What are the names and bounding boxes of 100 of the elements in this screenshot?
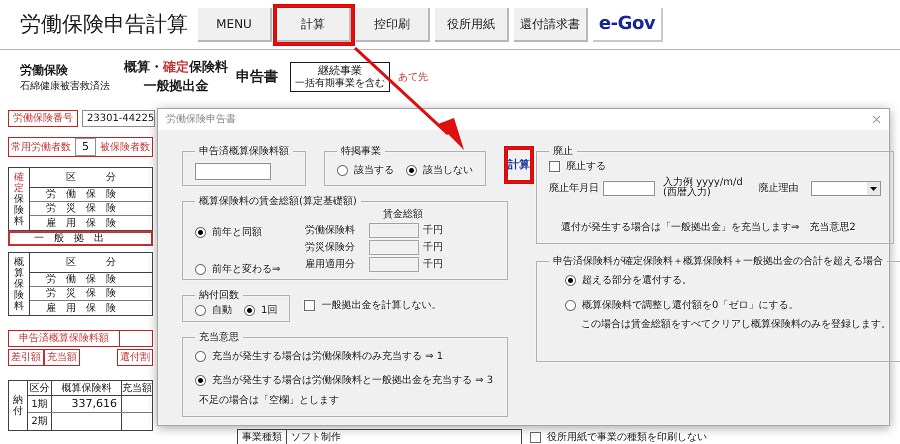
wage-input[interactable] (369, 240, 419, 255)
field-label: 差引額 (8, 349, 44, 366)
field-label: 充当額 (44, 349, 80, 366)
amount-input[interactable] (195, 162, 271, 180)
abolition-note: 還付が発生する場合は「一般拠出金」を充当します⇒ 充当意思2 (561, 220, 857, 235)
radio-label: 自動 (212, 304, 232, 318)
group-label: 納付回数 (198, 289, 240, 303)
dialog-title: 労働保険申告書 (166, 112, 236, 127)
declared-value (120, 330, 153, 347)
group-label: 申告済保険料が確定保険料＋概算保険料＋一般拠出金の合計を超える場合 (552, 254, 884, 269)
declared-label: 申告済概算保険料額 (8, 330, 120, 347)
table-cell-text: 雇 用 保 険 (45, 216, 117, 230)
form-subtitle: 一般拠出金 (144, 78, 208, 96)
table-cell: 労 働 保 険 (30, 273, 152, 287)
radio-button[interactable] (195, 351, 206, 362)
table-cell: 労 働 保 険 (30, 188, 152, 202)
group-label: 申告済概算保険料額 (198, 144, 290, 159)
table-header: 区 分 (30, 168, 152, 188)
radio-button[interactable] (565, 300, 576, 311)
general-contribution-row: 一 般 拠 出 (8, 231, 153, 246)
radio-button[interactable] (565, 275, 576, 286)
radio-button[interactable] (244, 305, 255, 316)
field-label: 労働保険料 (305, 224, 356, 238)
group-label: 概算保険料の賃金総額(算定基礎額) (198, 194, 358, 209)
radio-label: 超える部分を還付する。 (582, 274, 692, 288)
unit-label: 千円 (423, 258, 443, 272)
column-header: 賃金総額 (383, 209, 424, 221)
radio-button[interactable] (195, 305, 206, 316)
group-label: 充当意思 (198, 330, 240, 345)
toolbar-button[interactable]: 控印刷 (356, 8, 430, 42)
table-cell: 労 災 保 険 (30, 202, 152, 216)
radio-label: 該当する (354, 164, 394, 178)
column-header: 概算保険料 (52, 381, 122, 395)
column-header: 区分 (28, 381, 52, 395)
side-label: 確定 保険料 (14, 172, 24, 226)
radio-button[interactable] (195, 227, 206, 238)
checkbox[interactable] (530, 432, 541, 442)
field-label: 常用労働者数 (11, 140, 71, 154)
radio-label: 充当が発生する場合は労働保険料と一般拠出金を充当する ⇒ 3 (212, 374, 494, 388)
column-header: 充当額 (122, 382, 152, 395)
date-input[interactable] (603, 180, 655, 196)
radio-label: 前年と変わる⇒ (212, 262, 280, 277)
workers-count: 5 (75, 138, 96, 156)
field-label: 廃止理由 (758, 182, 799, 196)
checkbox-label: 廃止する (566, 160, 606, 174)
toolbar-button[interactable]: 役所用紙 (435, 8, 509, 42)
field-label: 還付割 (117, 349, 153, 366)
wage-input[interactable] (369, 223, 419, 238)
table-cell: 2期 (28, 413, 52, 430)
radio-label: 充当が発生する場合は労働保険料のみ充当する ⇒ 1 (212, 350, 444, 364)
input-example: 入力例 yyyy/m/d (663, 178, 743, 188)
radio-label: 前年と同額 (212, 226, 262, 240)
field-label: 事業種類 (237, 429, 287, 444)
table-cell-text: 雇 用 保 険 (45, 302, 117, 315)
egov-logo[interactable]: e-Gov (593, 8, 663, 42)
radio-label: 1回 (261, 304, 278, 318)
table-cell: 1期 (28, 396, 52, 412)
allocation-note: 不足の場合は「空欄」とします (199, 394, 340, 408)
form-doc-label: 申告書 (236, 68, 278, 86)
field-label: 廃止年月日 (549, 182, 599, 196)
checkbox-label: 役所用紙で事業の種類を印刷しない (547, 430, 707, 444)
wage-input[interactable] (369, 257, 419, 272)
law-sublabel: 石綿健康被害救済法 (20, 80, 111, 94)
group-label: 廃止 (552, 144, 574, 159)
radio-label: 該当しない (423, 164, 473, 178)
form-title: 概算・確定保険料 (124, 58, 228, 76)
radio-button[interactable] (337, 165, 348, 176)
field-label: 被保険者数 (100, 140, 150, 154)
business-box-note: 一括有期事業を含む (295, 79, 385, 92)
side-label: 概算保険料 (14, 256, 24, 312)
option-note: この場合は賃金総額をすべてクリアし概算保険料のみを登録します。 (581, 318, 891, 332)
law-label: 労働保険 (20, 62, 69, 78)
radio-label: 概算保険料で調整し還付額を0「ゼロ」にする。 (582, 298, 798, 313)
table-cell: 労 災 保 険 (30, 287, 152, 301)
checkbox[interactable] (304, 300, 316, 311)
business-type-value: ソフト制作 (287, 429, 522, 444)
checkbox[interactable] (549, 161, 560, 172)
input-example-note: (西暦入力) (663, 188, 711, 198)
business-box-title: 継続事業 (318, 62, 362, 78)
toolbar-button[interactable]: MENU (198, 8, 272, 42)
app-title: 労働保険申告計算 (20, 10, 189, 38)
unit-label: 千円 (423, 240, 443, 255)
side-label: 納付 (13, 394, 23, 416)
radio-button[interactable] (195, 264, 206, 275)
close-icon[interactable] (872, 115, 881, 124)
addressee-label: あて先 (398, 70, 428, 84)
group-label: 特掲事業 (340, 144, 382, 159)
checkbox-label: 一般拠出金を計算しない。 (321, 298, 442, 313)
insurance-number-value: 23301-44225 (82, 110, 156, 127)
field-label: 労働保険番号 (8, 110, 78, 127)
radio-button[interactable] (406, 165, 417, 176)
unit-label: 千円 (423, 224, 443, 238)
toolbar-button[interactable]: 還付請求書 (514, 8, 588, 42)
table-header: 区 分 (30, 253, 152, 273)
radio-button[interactable] (195, 375, 206, 386)
calculate-button[interactable]: 計算 (504, 146, 534, 184)
reason-select[interactable] (810, 180, 881, 196)
field-label: 労災保険分 (305, 240, 356, 255)
table-cell: 337,616 (52, 396, 122, 412)
field-label: 雇用適用分 (305, 258, 356, 272)
